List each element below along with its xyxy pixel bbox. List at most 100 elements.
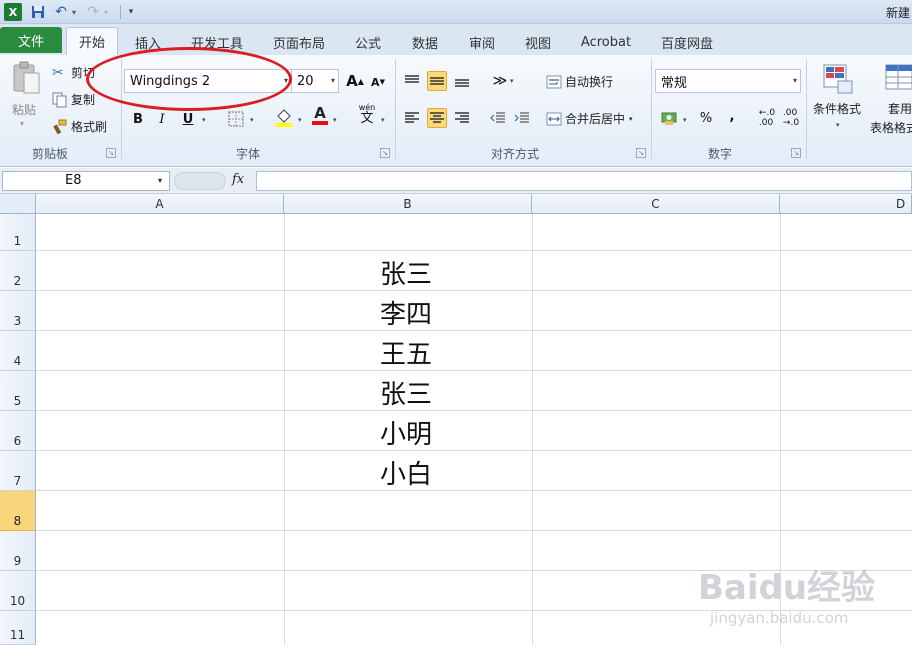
cell-b7[interactable]: 小白 <box>380 454 432 491</box>
tab-baidu-netdisk[interactable]: 百度网盘 <box>652 30 722 54</box>
row-header-8[interactable]: 8 <box>0 491 36 531</box>
customize-toolbar-icon[interactable]: ▾ <box>126 3 136 21</box>
row-header-3[interactable]: 3 <box>0 291 36 331</box>
formula-bar-grip[interactable] <box>174 172 226 190</box>
align-left-button[interactable] <box>402 108 422 128</box>
tab-file[interactable]: 文件 <box>0 27 62 53</box>
align-top-button[interactable] <box>402 71 422 91</box>
decrease-decimal-button[interactable]: .00 →.0 <box>780 108 802 128</box>
save-icon[interactable] <box>30 3 46 21</box>
row-header-1[interactable]: 1 <box>0 214 36 251</box>
format-painter-button[interactable]: 格式刷 <box>52 118 107 135</box>
conditional-formatting-icon[interactable] <box>822 63 854 95</box>
redo-icon[interactable]: ↷ <box>86 3 100 21</box>
paste-dropdown-icon[interactable]: ▾ <box>20 119 24 128</box>
conditional-formatting-label[interactable]: 条件格式 <box>813 100 861 117</box>
insert-function-icon[interactable]: fx <box>232 172 244 187</box>
increase-decimal-button[interactable]: ←.0.00 <box>756 108 778 128</box>
select-all-corner[interactable] <box>0 194 36 214</box>
borders-button[interactable] <box>226 109 246 129</box>
copy-icon <box>52 92 68 108</box>
column-header-d[interactable]: D <box>780 194 912 214</box>
align-center-button[interactable] <box>427 108 447 128</box>
font-size-box[interactable]: 20 ▾ <box>291 69 339 93</box>
row-header-9[interactable]: 9 <box>0 531 36 571</box>
tab-view[interactable]: 视图 <box>516 30 560 54</box>
underline-dropdown-icon[interactable]: ▾ <box>202 116 206 124</box>
italic-button[interactable]: I <box>152 109 172 129</box>
grow-font-button[interactable]: A ▲ <box>345 71 365 91</box>
cell-b3[interactable]: 李四 <box>380 294 432 331</box>
align-middle-button[interactable] <box>427 71 447 91</box>
accounting-format-button[interactable] <box>660 108 680 128</box>
row-header-5[interactable]: 5 <box>0 371 36 411</box>
number-format-dropdown-icon[interactable]: ▾ <box>793 76 797 85</box>
tab-review[interactable]: 审阅 <box>460 30 504 54</box>
format-as-table-label-bottom[interactable]: 表格格式 <box>870 119 912 136</box>
column-header-a[interactable]: A <box>36 194 284 214</box>
font-launcher-icon[interactable]: ↘ <box>380 148 390 158</box>
excel-app-icon[interactable]: X <box>4 3 22 21</box>
name-box-dropdown-icon[interactable]: ▾ <box>158 176 162 185</box>
orientation-dropdown-icon[interactable]: ▾ <box>510 77 514 85</box>
percent-button[interactable]: % <box>696 108 716 128</box>
font-size-dropdown-icon[interactable]: ▾ <box>331 76 335 85</box>
tab-formulas[interactable]: 公式 <box>346 30 390 54</box>
text-orientation-icon: ≫ <box>492 73 508 89</box>
cell-b2[interactable]: 张三 <box>380 254 432 291</box>
accounting-dropdown-icon[interactable]: ▾ <box>683 116 687 124</box>
font-color-button[interactable]: A <box>310 105 330 125</box>
decrease-indent-button[interactable] <box>488 108 508 128</box>
cell-b5[interactable]: 张三 <box>380 374 432 411</box>
conditional-formatting-dropdown-icon[interactable]: ▾ <box>836 121 840 129</box>
cell-b4[interactable]: 王五 <box>380 334 432 371</box>
tab-data[interactable]: 数据 <box>403 30 447 54</box>
grow-font-icon: A <box>346 72 358 90</box>
cell-b6[interactable]: 小明 <box>380 414 432 451</box>
column-header-b[interactable]: B <box>284 194 532 214</box>
fill-color-dropdown-icon[interactable]: ▾ <box>298 116 302 124</box>
alignment-launcher-icon[interactable]: ↘ <box>636 148 646 158</box>
row-header-7[interactable]: 7 <box>0 451 36 491</box>
phonetic-dropdown-icon[interactable]: ▾ <box>381 116 385 124</box>
merge-dropdown-icon[interactable]: ▾ <box>629 115 633 123</box>
orientation-button[interactable]: ≫ <box>490 71 510 91</box>
gridline <box>284 214 285 645</box>
bold-button[interactable]: B <box>128 109 148 129</box>
undo-icon[interactable]: ↶ <box>54 3 68 21</box>
name-box[interactable]: E8 <box>2 171 170 191</box>
row-header-6[interactable]: 6 <box>0 411 36 451</box>
row-header-10[interactable]: 10 <box>0 571 36 611</box>
row-header-2[interactable]: 2 <box>0 251 36 291</box>
copy-button[interactable]: 复制 <box>52 91 95 108</box>
tab-page-layout[interactable]: 页面布局 <box>266 30 332 54</box>
align-right-button[interactable] <box>452 108 472 128</box>
format-as-table-icon[interactable] <box>884 63 912 95</box>
merge-center-button[interactable]: 合并后居中 ▾ <box>546 110 633 127</box>
column-header-c[interactable]: C <box>532 194 780 214</box>
underline-button[interactable]: U <box>178 109 198 129</box>
wrap-text-button[interactable]: 自动换行 <box>546 73 613 90</box>
shrink-font-button[interactable]: A ▼ <box>368 72 388 92</box>
format-as-table-label-top[interactable]: 套用 <box>888 100 912 117</box>
paste-button-label[interactable]: 粘贴 <box>12 101 36 118</box>
number-format-box[interactable]: 常规 ▾ <box>655 69 801 93</box>
undo-dropdown-icon[interactable]: ▾ <box>70 3 78 21</box>
comma-style-button[interactable]: , <box>722 106 742 126</box>
font-color-dropdown-icon[interactable]: ▾ <box>333 116 337 124</box>
paste-icon[interactable] <box>10 61 42 95</box>
phonetic-guide-button[interactable]: wén 文 <box>355 104 379 126</box>
align-bottom-button[interactable] <box>452 71 472 91</box>
paintbrush-icon <box>52 119 68 135</box>
row-header-4[interactable]: 4 <box>0 331 36 371</box>
number-launcher-icon[interactable]: ↘ <box>791 148 801 158</box>
increase-indent-button[interactable] <box>512 108 532 128</box>
fill-color-button[interactable] <box>274 107 294 127</box>
row-header-11[interactable]: 11 <box>0 611 36 645</box>
redo-dropdown-icon[interactable]: ▾ <box>102 3 110 21</box>
tab-home[interactable]: 开始 <box>66 27 118 55</box>
tab-acrobat[interactable]: Acrobat <box>574 30 638 54</box>
formula-input[interactable] <box>256 171 912 191</box>
clipboard-launcher-icon[interactable]: ↘ <box>106 148 116 158</box>
borders-dropdown-icon[interactable]: ▾ <box>250 116 254 124</box>
